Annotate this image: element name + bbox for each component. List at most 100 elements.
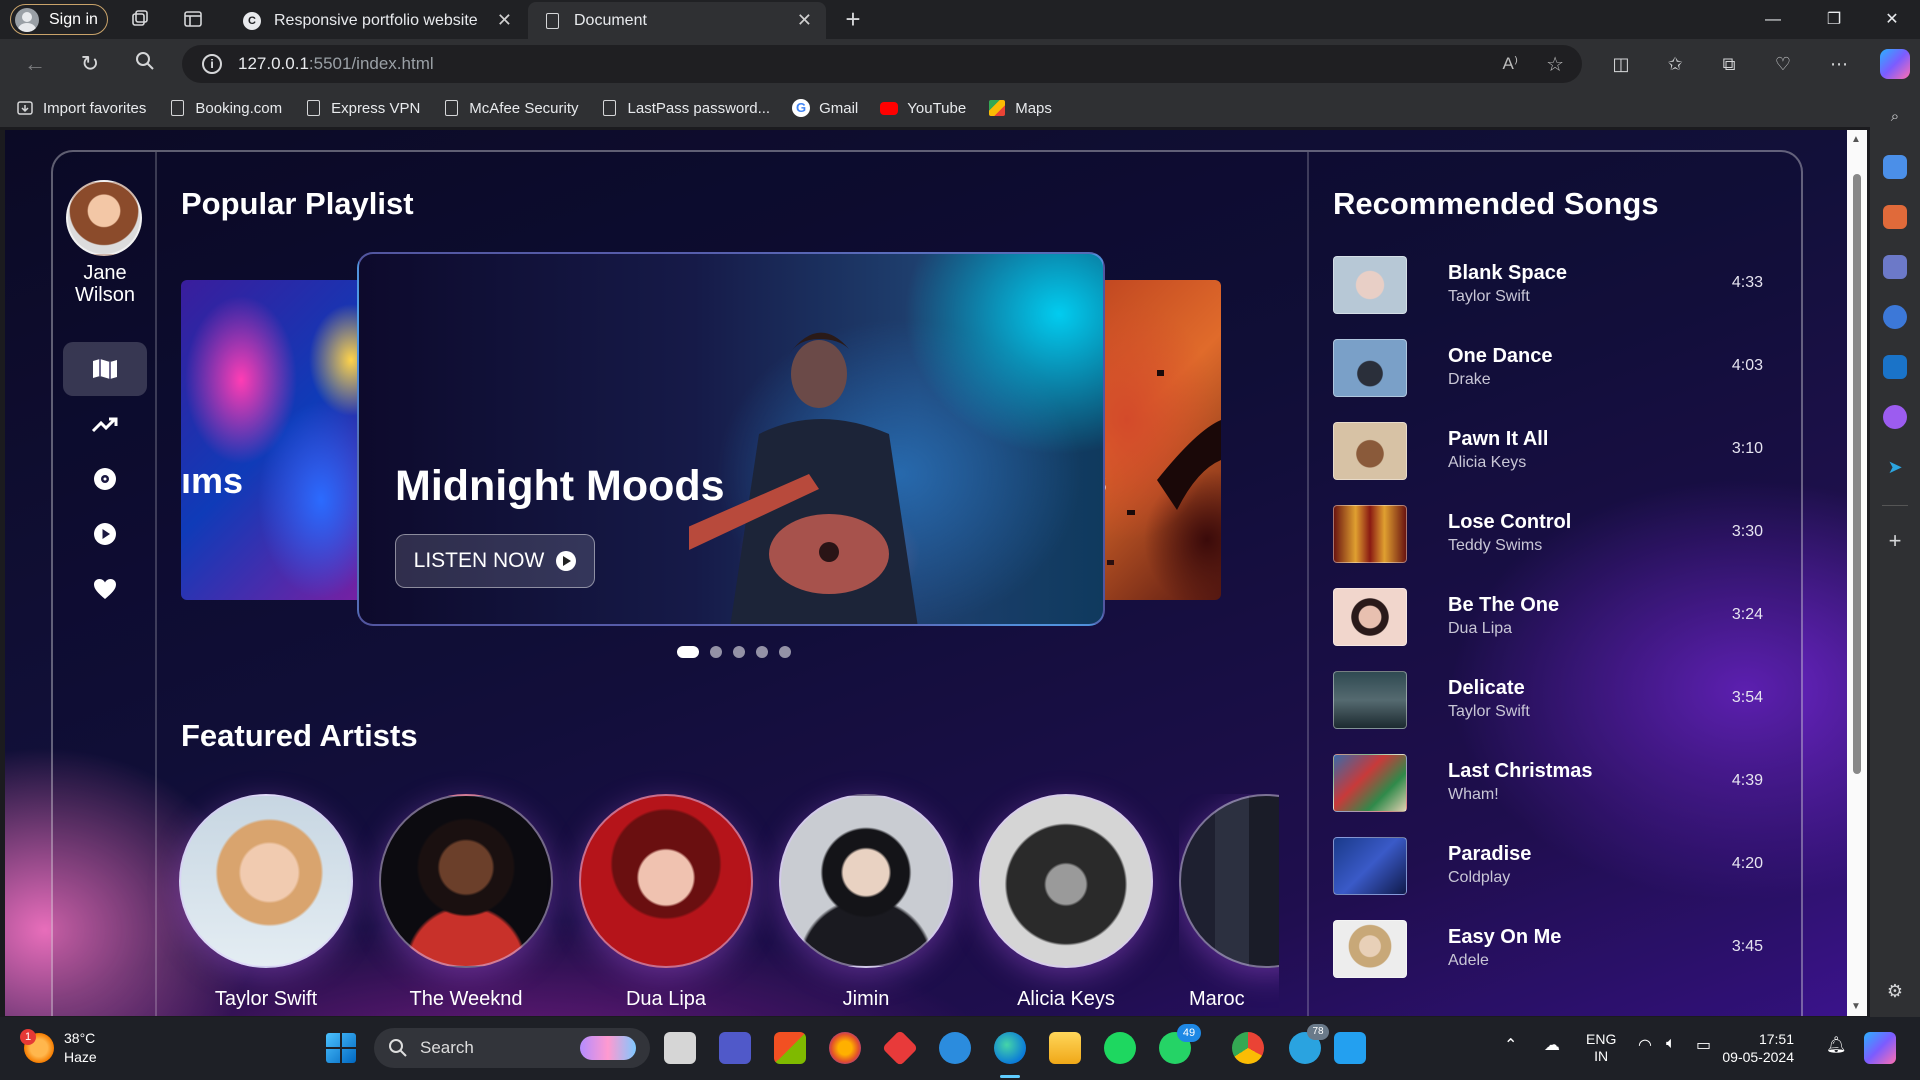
nav-trending-button[interactable] [63,398,147,452]
task-view-icon[interactable] [664,1032,696,1064]
song-row[interactable]: Easy On Me Adele 3:45 [1333,920,1763,988]
firefox-icon[interactable] [829,1032,861,1064]
games-icon[interactable] [1883,255,1907,279]
nav-disc-button[interactable] [63,452,147,506]
song-row[interactable]: Last Christmas Wham! 4:39 [1333,754,1763,822]
tray-overflow-icon[interactable]: ⌃ [1504,1035,1517,1055]
artist-card[interactable]: Maroc [1179,794,1279,1011]
windows-start-icon[interactable] [326,1033,356,1063]
tab-document[interactable]: Document ✕ [528,2,826,39]
file-explorer-icon[interactable] [1049,1032,1081,1064]
bookmark-express-vpn[interactable]: Express VPN [304,99,420,117]
anydesk-icon[interactable] [881,1029,919,1067]
collections-icon[interactable]: ⧉ [1716,51,1742,77]
teams-icon[interactable] [719,1032,751,1064]
microsoft-store-icon[interactable] [774,1032,806,1064]
workspaces-icon[interactable] [130,9,150,29]
onedrive-icon[interactable]: ☁ [1544,1035,1560,1055]
add-sidebar-app-icon[interactable]: + [1883,529,1907,553]
designer-icon[interactable] [1883,405,1907,429]
copilot-icon[interactable] [1880,49,1910,79]
restore-icon[interactable]: ❐ [1806,0,1862,39]
carousel-dot[interactable] [733,646,745,658]
song-row[interactable]: Paradise Coldplay 4:20 [1333,837,1763,905]
volume-icon[interactable]: 🔈︎ [1666,1035,1676,1053]
song-title: Be The One [1448,594,1560,616]
bookmark-maps[interactable]: Maps [988,99,1052,117]
user-avatar[interactable] [66,180,142,256]
site-info-icon[interactable]: i [202,54,222,74]
nav-favorites-button[interactable] [63,562,147,616]
microsoft-365-icon[interactable] [1883,305,1907,329]
taskbar-search[interactable]: Search [374,1028,650,1068]
bookmark-youtube[interactable]: YouTube [880,99,966,117]
wifi-icon[interactable]: ◠ [1638,1035,1652,1055]
sign-in-button[interactable]: Sign in [10,4,108,35]
tools-icon[interactable] [1883,205,1907,229]
minimize-icon[interactable]: — [1745,0,1801,39]
song-row[interactable]: Be The One Dua Lipa 3:24 [1333,588,1763,656]
more-menu-icon[interactable]: ⋯ [1826,51,1852,77]
back-icon[interactable]: ← [22,51,48,77]
bookmark-mcafee[interactable]: McAfee Security [442,99,579,117]
weather-widget[interactable]: 1 38°C Haze [20,1029,97,1067]
carousel-dot[interactable] [677,646,699,658]
read-aloud-icon[interactable]: A⁾ [1502,54,1518,74]
song-row[interactable]: Blank Space Taylor Swift 4:33 [1333,256,1763,324]
listen-now-button[interactable]: LISTEN NOW [395,534,595,588]
carousel-dot[interactable] [710,646,722,658]
bookmark-gmail[interactable]: G Gmail [792,99,858,117]
song-row[interactable]: Delicate Taylor Swift 3:54 [1333,671,1763,739]
song-row[interactable]: One Dance Drake 4:03 [1333,339,1763,407]
whatsapp-icon[interactable]: 49 [1159,1024,1201,1064]
url-bar[interactable]: i 127.0.0.1:5501/index.html A⁾ ☆ [182,45,1582,83]
language-indicator[interactable]: ENG IN [1586,1031,1616,1065]
sidebar-settings-icon[interactable]: ⚙ [1883,979,1907,1003]
close-window-icon[interactable]: ✕ [1864,0,1920,39]
bookmark-booking[interactable]: Booking.com [168,99,282,117]
tab-portfolio[interactable]: C Responsive portfolio website ✕ [228,2,526,39]
artist-card[interactable]: Alicia Keys [979,794,1153,1011]
browser-essentials-icon[interactable]: ♡ [1770,51,1796,77]
split-screen-icon[interactable]: ◫ [1608,51,1634,77]
outlook-icon[interactable] [1883,355,1907,379]
scrollbar-thumb[interactable] [1853,174,1861,774]
favorite-star-icon[interactable]: ☆ [1546,52,1564,77]
help-icon[interactable] [939,1032,971,1064]
artist-card[interactable]: Jimin [779,794,953,1011]
sidebar-search-icon[interactable]: ⌕ [1883,105,1907,129]
close-tab-icon[interactable]: ✕ [497,10,512,31]
chrome-icon[interactable] [1232,1032,1264,1064]
playlist-card-left[interactable]: ıms [181,280,371,600]
shopping-tag-icon[interactable] [1883,155,1907,179]
new-tab-icon[interactable]: + [843,6,863,32]
bookmark-import-favorites[interactable]: Import favorites [16,99,146,117]
refresh-icon[interactable]: ↻ [77,51,103,77]
search-icon[interactable] [132,51,158,77]
artist-card[interactable]: Dua Lipa [579,794,753,1011]
notifications-icon[interactable]: 🔔︎ [1826,1035,1846,1055]
nav-play-button[interactable] [63,507,147,561]
bookmark-lastpass[interactable]: LastPass password... [601,99,770,117]
playlist-card-featured[interactable]: Midnight Moods LISTEN NOW [357,252,1105,626]
favorites-icon[interactable]: ✩ [1662,51,1688,77]
edge-icon[interactable] [994,1032,1026,1064]
spotify-icon[interactable] [1104,1032,1136,1064]
tab-actions-icon[interactable] [183,9,203,29]
artist-card[interactable]: Taylor Swift [179,794,353,1011]
scroll-down-icon[interactable]: ▼ [1851,1001,1861,1012]
send-icon[interactable]: ➤ [1883,455,1907,479]
scroll-up-icon[interactable]: ▲ [1851,134,1861,145]
page-scrollbar[interactable]: ▲ ▼ [1847,130,1867,1016]
nav-map-button[interactable] [63,342,147,396]
carousel-dot[interactable] [756,646,768,658]
vscode-icon[interactable] [1334,1032,1366,1064]
carousel-dot[interactable] [779,646,791,658]
copilot-taskbar-icon[interactable] [1864,1032,1896,1064]
clock[interactable]: 17:51 09-05-2024 [1722,1030,1794,1066]
telegram-icon[interactable]: 78 [1289,1024,1329,1064]
close-tab-icon[interactable]: ✕ [797,10,812,31]
song-row[interactable]: Pawn It All Alicia Keys 3:10 [1333,422,1763,490]
song-row[interactable]: Lose Control Teddy Swims 3:30 [1333,505,1763,573]
artist-card[interactable]: The Weeknd [379,794,553,1011]
